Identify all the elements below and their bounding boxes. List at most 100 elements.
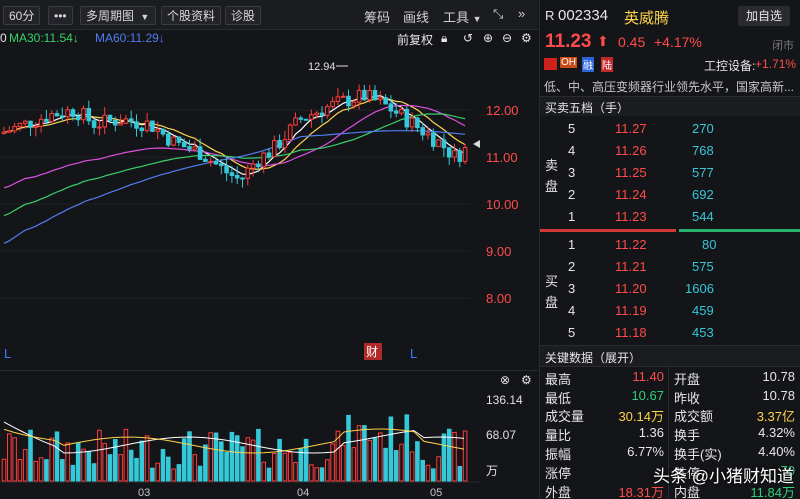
volume-bar — [192, 454, 198, 482]
kline-chart[interactable]: 12.00 11.00 10.00 9.00 8.00 12.94 L 财 L — [0, 46, 538, 370]
value: 4.40% — [758, 444, 795, 459]
company-description[interactable]: 低、中、高压变频器行业领先水平，国家高新... — [544, 78, 798, 95]
zoom-out-icon[interactable]: ⊖ — [502, 31, 512, 45]
volume-bar — [441, 433, 447, 482]
value: 10.78 — [762, 388, 795, 403]
close-icon[interactable]: ⊗ — [500, 373, 510, 387]
volume-bar — [60, 459, 65, 482]
candle-body — [351, 101, 357, 107]
stock-info-button[interactable]: 个股资料 — [161, 6, 222, 25]
key-data-row: 最高 11.40 开盘 10.78 — [540, 368, 800, 387]
sell-row[interactable]: 3 11.25 577 — [540, 163, 800, 183]
tools-button[interactable]: 工具 ▼ — [443, 7, 482, 26]
candle-body — [462, 147, 468, 162]
volume-bar — [330, 443, 335, 482]
level: 4 — [568, 303, 576, 318]
price-axis-label: 10.00 — [486, 197, 519, 212]
volume-chart[interactable]: 136.14 68.07 万 03 04 05 — [0, 390, 538, 499]
candle-body — [160, 128, 166, 135]
cai-marker[interactable]: 财 — [366, 345, 378, 359]
candle-body — [107, 114, 113, 121]
key-data-title: 关键数据（展开） — [545, 351, 642, 365]
value: 10.78 — [762, 369, 795, 384]
volume-bar — [171, 468, 176, 482]
settings-icon[interactable]: ⚙ — [521, 31, 532, 45]
candle-body — [54, 113, 60, 117]
volume-bar — [277, 438, 282, 482]
candle-body — [303, 118, 309, 121]
volume-bar — [107, 454, 113, 482]
candle-body — [118, 122, 123, 126]
volume-bar — [213, 432, 219, 482]
arrow-down-icon: ↓ — [72, 31, 79, 45]
more-button[interactable]: ••• — [48, 6, 73, 25]
sell-row[interactable]: 2 11.24 692 — [540, 185, 800, 205]
draw-line-button[interactable]: 画线 — [403, 7, 429, 26]
label: 振幅 — [545, 447, 572, 462]
volume: 80 — [702, 237, 717, 252]
buy-row[interactable]: 1 11.22 80 — [540, 235, 800, 255]
candle-body — [203, 158, 208, 163]
period-selector[interactable]: 60分 — [3, 6, 41, 25]
volume-bar — [150, 467, 155, 482]
volume: 768 — [692, 143, 714, 158]
candle-body — [17, 122, 23, 128]
candle-body — [319, 112, 325, 116]
price: 11.19 — [615, 303, 647, 318]
level: 5 — [568, 325, 576, 340]
volume-bar — [282, 452, 288, 482]
zoom-in-icon[interactable]: ⊕ — [483, 31, 493, 45]
volume: 459 — [692, 303, 714, 318]
candle-body — [277, 140, 282, 149]
key-data-row: 最低 10.67 昨收 10.78 — [540, 387, 800, 406]
volume-bar — [33, 460, 39, 482]
sell-row[interactable]: 4 11.26 768 — [540, 141, 800, 161]
diagnose-button[interactable]: 诊股 — [225, 6, 262, 25]
candle-body — [33, 125, 39, 128]
lock-icon[interactable]: 🔒︎ — [441, 31, 447, 46]
volume-bar — [229, 431, 235, 482]
sector-label[interactable]: 工控设备: — [704, 57, 755, 74]
expand-icon[interactable]: ⤡ — [493, 6, 503, 22]
add-watchlist-button[interactable]: 加自选 — [738, 6, 790, 26]
buy-row[interactable]: 4 11.19 459 — [540, 301, 800, 321]
volume: 575 — [692, 259, 714, 274]
settings-icon[interactable]: ⚙ — [521, 373, 532, 387]
chips-button[interactable]: 筹码 — [364, 7, 390, 26]
chart-toolbar: 60分 ••• 多周期图 ▼ 个股资料 诊股 筹码 画线 工具 ▼ ⤡ » — [0, 0, 538, 30]
candle-body — [330, 100, 335, 108]
buy-row[interactable]: 5 11.18 453 — [540, 323, 800, 343]
candle-body — [425, 132, 431, 136]
sell-row[interactable]: 5 11.27 270 — [540, 119, 800, 139]
ma30-label: MA30:11.54 — [9, 31, 73, 45]
volume-bar — [340, 445, 346, 482]
price: 11.20 — [615, 281, 647, 296]
reset-icon[interactable]: ↺ — [463, 31, 473, 45]
candle-body — [144, 120, 150, 132]
ma-line — [3, 130, 466, 244]
buy-row[interactable]: 2 11.21 575 — [540, 257, 800, 277]
volume-bar — [81, 448, 86, 482]
volume-bar — [134, 457, 139, 482]
collapse-panel-icon[interactable]: » — [518, 6, 525, 21]
candle-body — [213, 160, 219, 165]
sell-row[interactable]: 1 11.23 544 — [540, 207, 800, 227]
volume-bar — [266, 467, 272, 482]
volume-header: ⊗ ⚙ — [0, 370, 538, 390]
candle-body — [123, 118, 129, 124]
price-axis-label: 9.00 — [486, 244, 511, 259]
candle-body — [446, 147, 452, 158]
volume-bar — [309, 464, 314, 482]
candle-body — [70, 109, 76, 117]
multi-period-button[interactable]: 多周期图 ▼ — [80, 6, 156, 25]
volume-bar — [181, 438, 187, 482]
volume-bar — [155, 462, 160, 482]
candle-body — [325, 106, 330, 116]
key-data-header[interactable]: 关键数据（展开） — [540, 346, 800, 366]
candle-body — [187, 146, 192, 150]
orderbook-title: 买卖五档（手） — [545, 101, 630, 115]
buy-row[interactable]: 3 11.20 1606 — [540, 279, 800, 299]
volume-bar — [70, 464, 76, 482]
candle-body — [298, 117, 304, 120]
candle-body — [12, 126, 17, 132]
